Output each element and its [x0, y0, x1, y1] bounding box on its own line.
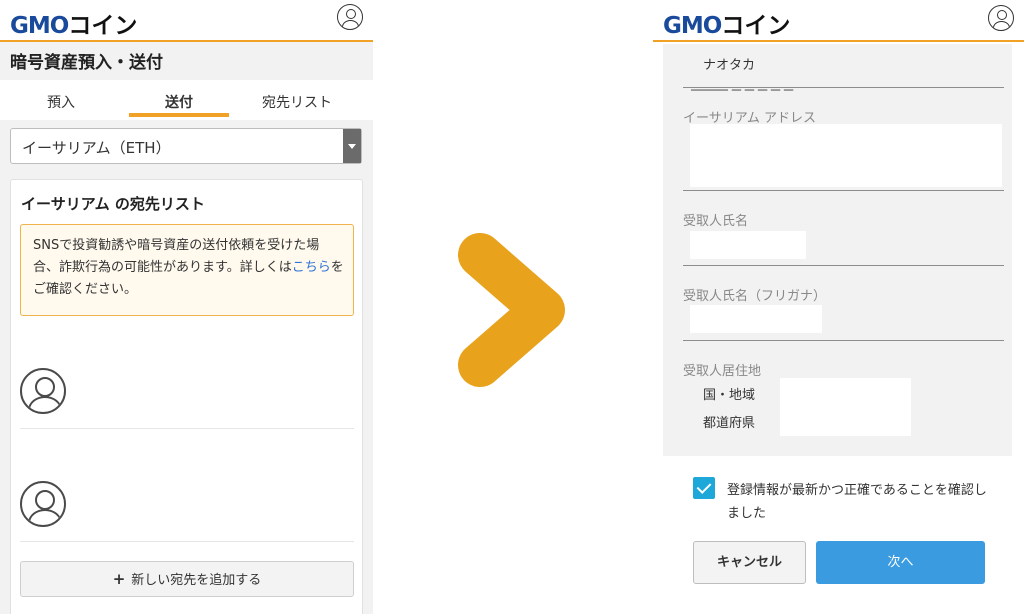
add-recipient-button[interactable]: + 新しい宛先を追加する [20, 561, 354, 597]
warning-text: SNSで投資勧誘や暗号資産の送付依頼を受けた場合、詐欺行為の可能性があります。詳… [33, 238, 320, 275]
page-title: 暗号資産預入・送付 [10, 53, 163, 73]
gmo-coin-logo[interactable]: GMOコイン [663, 6, 790, 40]
right-screen: ▁▁▁▁ ▁ ▁ ▁ ▁ ▁ ナオタカ イーサリアム アドレス 受取人氏名 受取… [653, 0, 1024, 614]
tab-deposit[interactable]: 預入 [0, 92, 122, 112]
eth-address-value [690, 124, 1002, 187]
currency-select-value: イーサリアム（ETH） [22, 139, 171, 157]
currency-select[interactable]: イーサリアム（ETH） [10, 128, 362, 164]
active-tab-indicator [129, 113, 229, 117]
field-underline [683, 190, 1004, 191]
scrolled-label: ▁▁▁▁ ▁ ▁ ▁ ▁ ▁ [691, 77, 794, 91]
add-recipient-label: 新しい宛先を追加する [131, 573, 262, 588]
recipient-value: ナオタカ [703, 58, 756, 73]
tab-address-list[interactable]: 宛先リスト [236, 92, 358, 112]
list-divider [20, 428, 354, 429]
prefecture-label: 都道府県 [703, 416, 756, 431]
chevron-down-icon[interactable] [343, 129, 361, 163]
recipient-avatar-icon[interactable] [20, 481, 66, 527]
user-circle-icon[interactable] [988, 5, 1014, 31]
recipient-address-label: 受取人居住地 [683, 364, 762, 379]
recipient-name-value [690, 231, 806, 259]
address-list-title: イーサリアム の宛先リスト [21, 195, 205, 213]
gmo-coin-logo[interactable]: GMOコイン [10, 6, 137, 40]
field-underline [683, 265, 1004, 266]
tab-send[interactable]: 送付 [129, 92, 229, 112]
plus-icon: + [112, 570, 126, 588]
field-underline [683, 340, 1004, 341]
country-label: 国・地域 [703, 388, 756, 403]
recipient-name-label: 受取人氏名 [683, 214, 749, 229]
confirm-label: 登録情報が最新かつ正確であることを確認しました [727, 483, 987, 521]
user-circle-icon[interactable] [337, 4, 363, 30]
recipient-kana-label: 受取人氏名（フリガナ） [683, 289, 827, 304]
recipient-avatar-icon[interactable] [20, 368, 66, 414]
recipient-kana-value [690, 305, 822, 333]
list-divider [20, 541, 354, 542]
recipient-form: ▁▁▁▁ ▁ ▁ ▁ ▁ ▁ ナオタカ イーサリアム アドレス 受取人氏名 受取… [663, 44, 1012, 456]
address-value [780, 378, 911, 436]
confirm-checkbox[interactable] [693, 477, 715, 499]
cancel-button[interactable]: キャンセル [693, 541, 806, 584]
warning-details-link[interactable]: こちら [292, 260, 331, 275]
fraud-warning: SNSで投資勧誘や暗号資産の送付依頼を受けた場合、詐欺行為の可能性があります。詳… [20, 224, 354, 316]
next-button[interactable]: 次へ [816, 541, 985, 584]
address-list-card: イーサリアム の宛先リスト SNSで投資勧誘や暗号資産の送付依頼を受けた場合、詐… [10, 179, 363, 614]
app-header: GMOコイン [0, 0, 373, 42]
field-underline [683, 87, 1004, 88]
left-screen: GMOコイン 暗号資産預入・送付 預入 送付 宛先リスト イーサリアム（ETH）… [0, 0, 373, 614]
app-header: GMOコイン [653, 0, 1024, 42]
arrow-right-icon [458, 233, 565, 387]
arrow-chevron [458, 233, 565, 387]
